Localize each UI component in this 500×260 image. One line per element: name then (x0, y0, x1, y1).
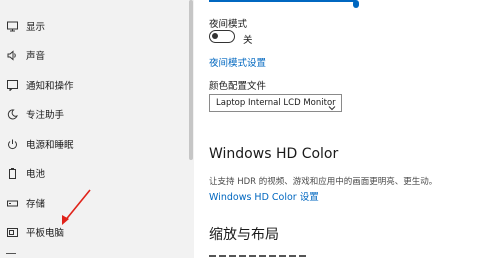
sidebar-item-display[interactable]: 显示 (0, 11, 188, 41)
sidebar-item-storage[interactable]: 存储 (0, 188, 188, 218)
night-mode-state-label: 关 (243, 35, 253, 46)
moon-icon (6, 108, 18, 120)
sidebar-item-partial[interactable] (0, 249, 188, 258)
toggle-knob (212, 33, 218, 39)
monitor-icon (6, 20, 18, 32)
sidebar-item-label: 显示 (26, 22, 46, 33)
scale-layout-heading: 缩放与布局 (209, 227, 279, 243)
sidebar-item-power-sleep[interactable]: 电源和睡眠 (0, 129, 188, 159)
color-profile-dropdown[interactable]: Laptop Internal LCD Monitor (209, 94, 342, 112)
brightness-slider-track[interactable] (209, 0, 356, 2)
partial-text-row (209, 252, 309, 258)
sidebar-item-label: 存储 (26, 199, 46, 210)
night-mode-settings-link[interactable]: 夜间模式设置 (209, 55, 266, 69)
color-profile-selected: Laptop Internal LCD Monitor (216, 98, 336, 108)
sidebar-item-battery[interactable]: 电池 (0, 158, 188, 188)
sidebar-item-label: 声音 (26, 51, 46, 62)
sidebar-item-notifications[interactable]: 通知和操作 (0, 70, 188, 100)
hd-color-settings-link[interactable]: Windows HD Color 设置 (209, 189, 319, 203)
battery-icon (6, 167, 18, 179)
storage-icon (6, 197, 18, 209)
sidebar-scroll-thumb[interactable] (189, 0, 193, 160)
speaker-icon (6, 49, 18, 61)
sidebar-item-focus-assist[interactable]: 专注助手 (0, 99, 188, 129)
sidebar-item-label: 通知和操作 (26, 81, 74, 92)
chevron-down-icon (327, 98, 337, 111)
sidebar-item-sound[interactable]: 声音 (0, 40, 188, 70)
hd-color-description: 让支持 HDR 的视频、游戏和应用中的画面更明亮、更生动。 (209, 177, 438, 187)
notification-icon (6, 79, 18, 91)
hd-color-heading: Windows HD Color (209, 146, 339, 162)
sidebar-item-label: 电池 (26, 169, 46, 180)
sidebar-item-tablet[interactable]: 平板电脑 (0, 217, 188, 247)
night-mode-toggle[interactable] (209, 30, 235, 43)
tablet-icon (6, 226, 18, 238)
settings-sidebar: 显示 声音 通知和操作 专注助手 电源和睡眠 电池 存储 平板电脑 (0, 0, 188, 258)
night-mode-title: 夜间模式 (209, 19, 248, 30)
brightness-slider-thumb[interactable] (353, 0, 359, 8)
sidebar-item-label: 电源和睡眠 (26, 140, 74, 151)
sidebar-item-label: 平板电脑 (26, 228, 65, 239)
color-profile-label: 颜色配置文件 (209, 81, 267, 92)
power-icon (6, 138, 18, 150)
sidebar-item-label: 专注助手 (26, 110, 65, 121)
partial-icon (6, 253, 16, 260)
